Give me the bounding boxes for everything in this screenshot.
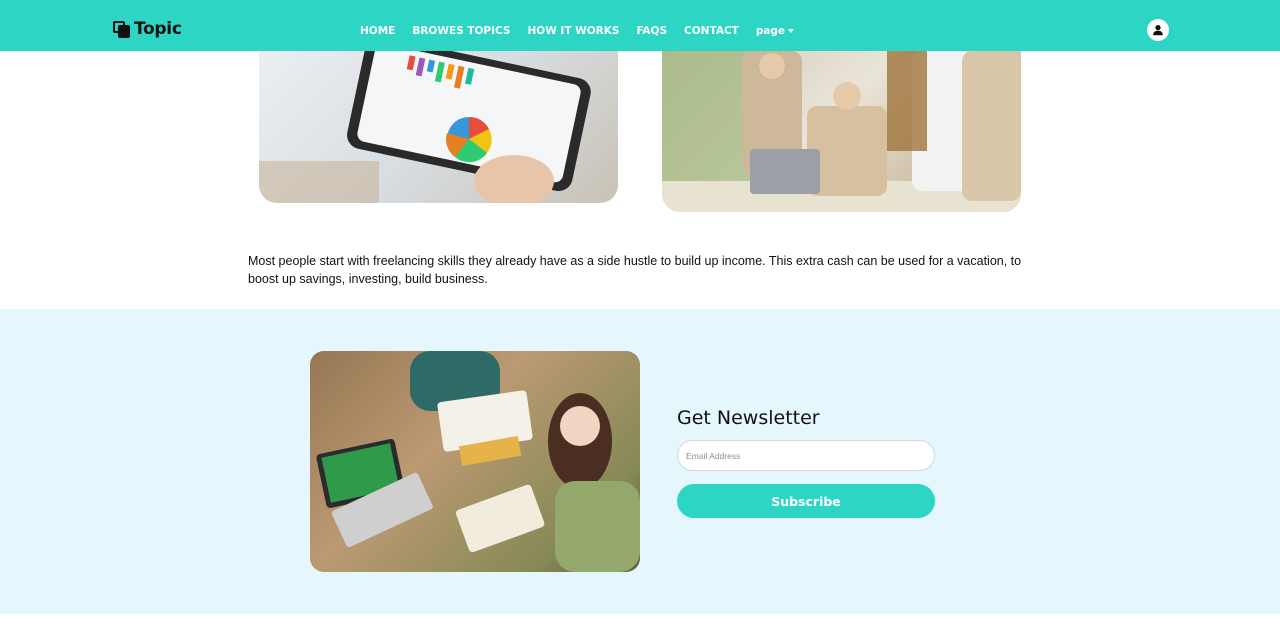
nav-faqs[interactable]: FAQS	[636, 25, 667, 37]
intro-paragraph: Most people start with freelancing skill…	[248, 254, 1022, 286]
main-nav: HOME BROWES TOPICS HOW IT WORKS FAQS CON…	[360, 25, 811, 37]
nav-browse-topics[interactable]: BROWES TOPICS	[412, 25, 510, 37]
nav-contact[interactable]: CONTACT	[684, 25, 739, 37]
newsletter-section: Get Newsletter Subscribe	[0, 309, 1280, 614]
brand-name: Topic	[134, 19, 182, 39]
team-meeting-photo	[662, 51, 1021, 212]
nav-how-it-works[interactable]: HOW IT WORKS	[527, 25, 619, 37]
caret-down-icon	[788, 29, 795, 33]
newsletter-title: Get Newsletter	[677, 407, 820, 429]
brand-logo[interactable]: Topic	[113, 19, 182, 39]
layers-icon	[113, 20, 131, 38]
user-icon	[1153, 25, 1163, 36]
nav-home[interactable]: HOME	[360, 25, 395, 37]
nav-page-dropdown[interactable]: page	[755, 25, 795, 37]
user-account-button[interactable]	[1147, 19, 1169, 41]
analytics-tablet-photo	[259, 51, 618, 203]
email-field[interactable]	[677, 440, 935, 471]
top-navbar: Topic HOME BROWES TOPICS HOW IT WORKS FA…	[0, 0, 1280, 51]
nav-page-label: page	[755, 25, 786, 37]
subscribe-button[interactable]: Subscribe	[677, 484, 935, 518]
remote-learning-photo	[310, 351, 640, 572]
